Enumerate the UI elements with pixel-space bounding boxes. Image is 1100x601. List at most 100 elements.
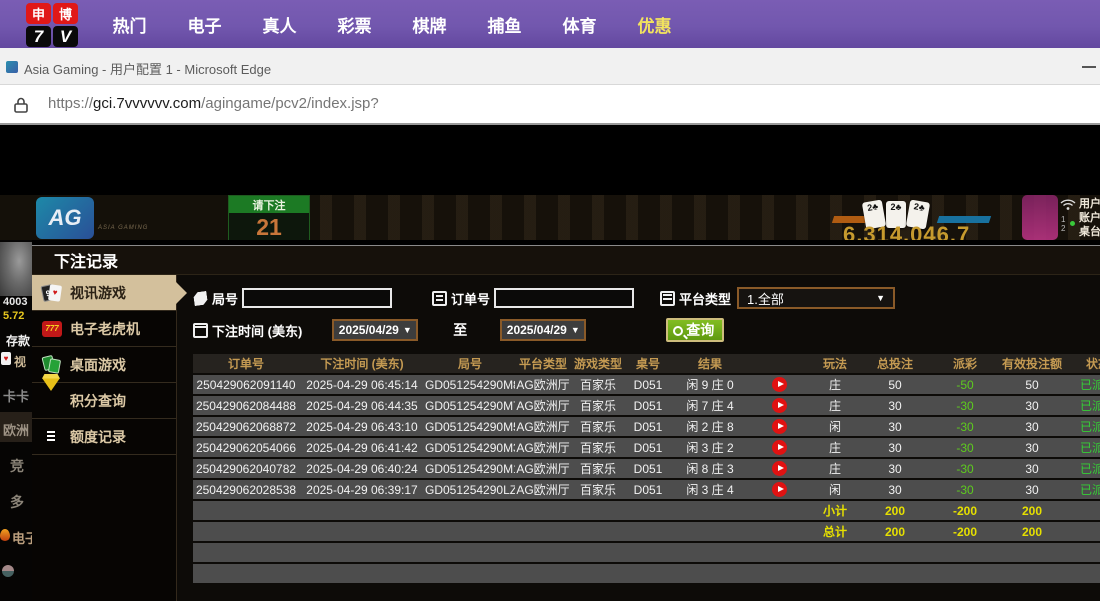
date-from-select[interactable]: 2025/04/29 ▼ bbox=[332, 319, 418, 341]
nav-item-sports[interactable]: 体育 bbox=[542, 12, 617, 37]
replay-button[interactable] bbox=[772, 377, 787, 392]
cell-status: 已派彩 bbox=[1063, 375, 1100, 394]
cell-table: D051 bbox=[625, 459, 671, 478]
europe-tab-fragment[interactable]: 欧洲 bbox=[3, 420, 29, 439]
bet-row: 2504290620688722025-04-29 06:43:10GD0512… bbox=[193, 417, 1100, 436]
cell-table: D051 bbox=[625, 396, 671, 415]
grandtotal-payout: -200 bbox=[929, 522, 1001, 541]
table-index-list: 12 bbox=[1061, 215, 1065, 233]
cell-status: 已派彩 bbox=[1063, 459, 1100, 478]
ag-logo: AG bbox=[36, 197, 94, 239]
bet-countdown-value: 21 bbox=[229, 213, 309, 240]
replay-button[interactable] bbox=[772, 482, 787, 497]
cell-platform: AG欧洲厅 bbox=[515, 438, 571, 457]
replay-button[interactable] bbox=[772, 419, 787, 434]
platform-type-select[interactable]: 1.全部 ▼ bbox=[737, 287, 895, 309]
banner-info-labels: 用户名 账户余额 桌台编号 bbox=[1079, 197, 1100, 239]
url-input[interactable]: https://gci.7vvvvvv.com/agingame/pcv2/in… bbox=[48, 95, 379, 112]
cell-order: 250429062028538 bbox=[193, 480, 299, 499]
grandtotal-bet: 200 bbox=[861, 522, 929, 541]
cell-side: 闲 bbox=[809, 480, 861, 499]
cell-bet: 30 bbox=[861, 480, 929, 499]
site-logo[interactable]: 申 博 7 V bbox=[26, 3, 80, 49]
round-number-label: 局号 bbox=[193, 289, 238, 308]
cell-result: 闲 3 庄 4 bbox=[671, 480, 749, 499]
cell-result: 闲 8 庄 3 bbox=[671, 459, 749, 478]
duo-tab-fragment[interactable]: 多 bbox=[10, 492, 24, 512]
nav-item-slots[interactable]: 电子 bbox=[167, 12, 242, 37]
cell-table: D051 bbox=[625, 480, 671, 499]
replay-button[interactable] bbox=[772, 461, 787, 476]
cell-table: D051 bbox=[625, 417, 671, 436]
sidebar-item-slots[interactable]: 777 电子老虎机 bbox=[32, 311, 176, 347]
nav-item-live[interactable]: 真人 bbox=[242, 12, 317, 37]
subtotal-valid: 200 bbox=[1001, 501, 1063, 520]
cell-game: 百家乐 bbox=[571, 417, 625, 436]
dominoes-icon bbox=[42, 355, 62, 375]
replay-button[interactable] bbox=[772, 398, 787, 413]
bet-table-body: 2504290620911402025-04-29 06:45:14GD0512… bbox=[193, 375, 1100, 499]
tag-icon bbox=[193, 290, 208, 305]
replay-button[interactable] bbox=[772, 440, 787, 455]
nav-item-board[interactable]: 棋牌 bbox=[392, 12, 467, 37]
bet-records-modal: 下注记录 9♥ 视讯游戏 777 电子老虎机 桌面游戏 积分查询 bbox=[32, 245, 1100, 601]
cell-result: 闲 7 庄 4 bbox=[671, 396, 749, 415]
col-result: 结果 bbox=[671, 354, 749, 373]
cell-game: 百家乐 bbox=[571, 396, 625, 415]
logo-tile: 博 bbox=[53, 3, 78, 24]
deposit-button-fragment[interactable]: 存款 bbox=[6, 332, 30, 349]
bet-prompt-label: 请下注 bbox=[229, 196, 309, 213]
table-number-label: 桌台编号 bbox=[1079, 225, 1100, 239]
site-nav-items: 热门 电子 真人 彩票 棋牌 捕鱼 体育 优惠 bbox=[92, 0, 692, 48]
round-number-input[interactable] bbox=[242, 288, 392, 308]
col-bet: 总投注 bbox=[861, 354, 929, 373]
nav-item-lottery[interactable]: 彩票 bbox=[317, 12, 392, 37]
cell-time: 2025-04-29 06:43:10 bbox=[299, 417, 425, 436]
cell-side: 庄 bbox=[809, 438, 861, 457]
slots-tab-fragment[interactable]: 电子 bbox=[12, 528, 32, 547]
date-to-select[interactable]: 2025/04/29 ▼ bbox=[500, 319, 586, 341]
bet-row: 2504290620285382025-04-29 06:39:17GD0512… bbox=[193, 480, 1100, 499]
cell-round: GD051254290M8 bbox=[425, 375, 515, 394]
subtotal-row: 小计 200 -200 200 bbox=[193, 501, 1100, 520]
bet-countdown-panel: 请下注 21 bbox=[228, 195, 310, 240]
cell-status: 已派彩 bbox=[1063, 438, 1100, 457]
video-tab-fragment[interactable]: 视 bbox=[14, 353, 26, 370]
list-icon bbox=[660, 291, 675, 306]
slot-777-icon: 777 bbox=[42, 319, 62, 339]
nav-item-fishing[interactable]: 捕鱼 bbox=[467, 12, 542, 37]
col-payout: 派彩 bbox=[929, 354, 1001, 373]
nav-item-hot[interactable]: 热门 bbox=[92, 12, 167, 37]
logo-tile: 7 bbox=[26, 26, 51, 47]
cell-result: 闲 9 庄 0 bbox=[671, 375, 749, 394]
grandtotal-row: 总计 200 -200 200 bbox=[193, 522, 1100, 541]
cell-payout: -30 bbox=[929, 480, 1001, 499]
bet-time-label: 下注时间 (美东) bbox=[193, 321, 302, 340]
jackpot-value: 6,314,046.7 bbox=[843, 222, 970, 240]
kaka-fragment[interactable]: 卡卡 bbox=[3, 386, 29, 405]
background-left-strip: 4003 5.72 存款 ♥ 视 卡卡 欧洲 竞 多 电子 bbox=[0, 240, 32, 601]
search-button[interactable]: 查询 bbox=[666, 318, 724, 342]
cell-platform: AG欧洲厅 bbox=[515, 417, 571, 436]
sidebar-item-points[interactable]: 积分查询 bbox=[32, 383, 176, 419]
logo-tile: V bbox=[53, 26, 78, 47]
ag-logo-subtext: ASIA GAMING bbox=[98, 225, 148, 231]
cell-bet: 30 bbox=[861, 459, 929, 478]
empty-row bbox=[193, 543, 1100, 562]
sidebar-item-quota-records[interactable]: 额度记录 bbox=[32, 419, 176, 455]
avatar bbox=[0, 242, 32, 296]
cell-table: D051 bbox=[625, 375, 671, 394]
cell-status: 已派彩 bbox=[1063, 417, 1100, 436]
playing-cards-icon: 9♥ bbox=[42, 283, 62, 303]
order-number-input[interactable] bbox=[494, 288, 634, 308]
page: 申 博 7 V 热门 电子 真人 彩票 棋牌 捕鱼 体育 优惠 Asia Gam… bbox=[0, 0, 1100, 601]
jing-tab-fragment[interactable]: 竞 bbox=[10, 456, 24, 476]
replay-cell bbox=[749, 438, 809, 457]
sidebar-item-live-games[interactable]: 9♥ 视讯游戏 bbox=[32, 275, 176, 311]
nav-item-promo[interactable]: 优惠 bbox=[617, 12, 692, 37]
col-table: 桌号 bbox=[625, 354, 671, 373]
url-domain: gci.7vvvvvv.com bbox=[93, 95, 201, 112]
minimize-button[interactable] bbox=[1082, 66, 1096, 68]
balance-label: 账户余额 bbox=[1079, 211, 1100, 225]
grandtotal-valid: 200 bbox=[1001, 522, 1063, 541]
